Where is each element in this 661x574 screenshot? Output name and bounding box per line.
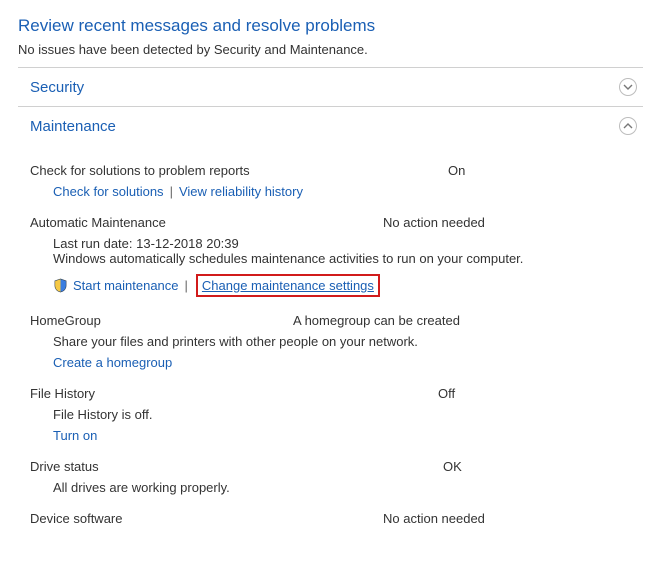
section-label-maintenance: Maintenance (30, 118, 116, 135)
change-maintenance-settings-link[interactable]: Change maintenance settings (202, 278, 374, 293)
page-title: Review recent messages and resolve probl… (18, 16, 643, 36)
problem-reports-status: On (448, 163, 465, 178)
maintenance-body: Check for solutions to problem reports O… (18, 145, 643, 532)
homegroup-label: HomeGroup (30, 313, 285, 328)
section-label-security: Security (30, 79, 84, 96)
page-subtitle: No issues have been detected by Security… (18, 42, 643, 57)
problem-reports-label: Check for solutions to problem reports (30, 163, 440, 178)
drive-status-label: Drive status (30, 459, 435, 474)
automatic-maintenance-label: Automatic Maintenance (30, 215, 375, 230)
file-history-turn-on-link[interactable]: Turn on (53, 428, 97, 443)
drive-status-desc: All drives are working properly. (53, 480, 637, 495)
create-homegroup-link[interactable]: Create a homegroup (53, 355, 172, 370)
file-history-label: File History (30, 386, 430, 401)
highlight-box: Change maintenance settings (196, 274, 380, 297)
item-problem-reports: Check for solutions to problem reports O… (30, 163, 637, 199)
item-homegroup: HomeGroup A homegroup can be created Sha… (30, 313, 637, 370)
drive-status-status: OK (443, 459, 462, 474)
automatic-maintenance-status: No action needed (383, 215, 485, 230)
item-drive-status: Drive status OK All drives are working p… (30, 459, 637, 495)
chevron-down-icon (619, 78, 637, 96)
view-reliability-history-link[interactable]: View reliability history (179, 184, 303, 199)
item-automatic-maintenance: Automatic Maintenance No action needed L… (30, 215, 637, 297)
chevron-up-icon (619, 117, 637, 135)
automatic-maintenance-last-run: Last run date: 13-12-2018 20:39 (53, 236, 637, 251)
item-file-history: File History Off File History is off. Tu… (30, 386, 637, 443)
item-device-software: Device software No action needed (30, 511, 637, 526)
check-for-solutions-link[interactable]: Check for solutions (53, 184, 164, 199)
file-history-status: Off (438, 386, 455, 401)
device-software-status: No action needed (383, 511, 485, 526)
separator: | (185, 278, 188, 293)
file-history-desc: File History is off. (53, 407, 637, 422)
automatic-maintenance-desc: Windows automatically schedules maintena… (53, 251, 637, 266)
homegroup-status: A homegroup can be created (293, 313, 460, 328)
device-software-label: Device software (30, 511, 375, 526)
separator: | (170, 184, 173, 199)
section-header-security[interactable]: Security (18, 68, 643, 107)
section-header-maintenance[interactable]: Maintenance (18, 107, 643, 145)
start-maintenance-link[interactable]: Start maintenance (73, 278, 179, 293)
shield-icon (53, 278, 68, 293)
homegroup-desc: Share your files and printers with other… (53, 334, 637, 349)
